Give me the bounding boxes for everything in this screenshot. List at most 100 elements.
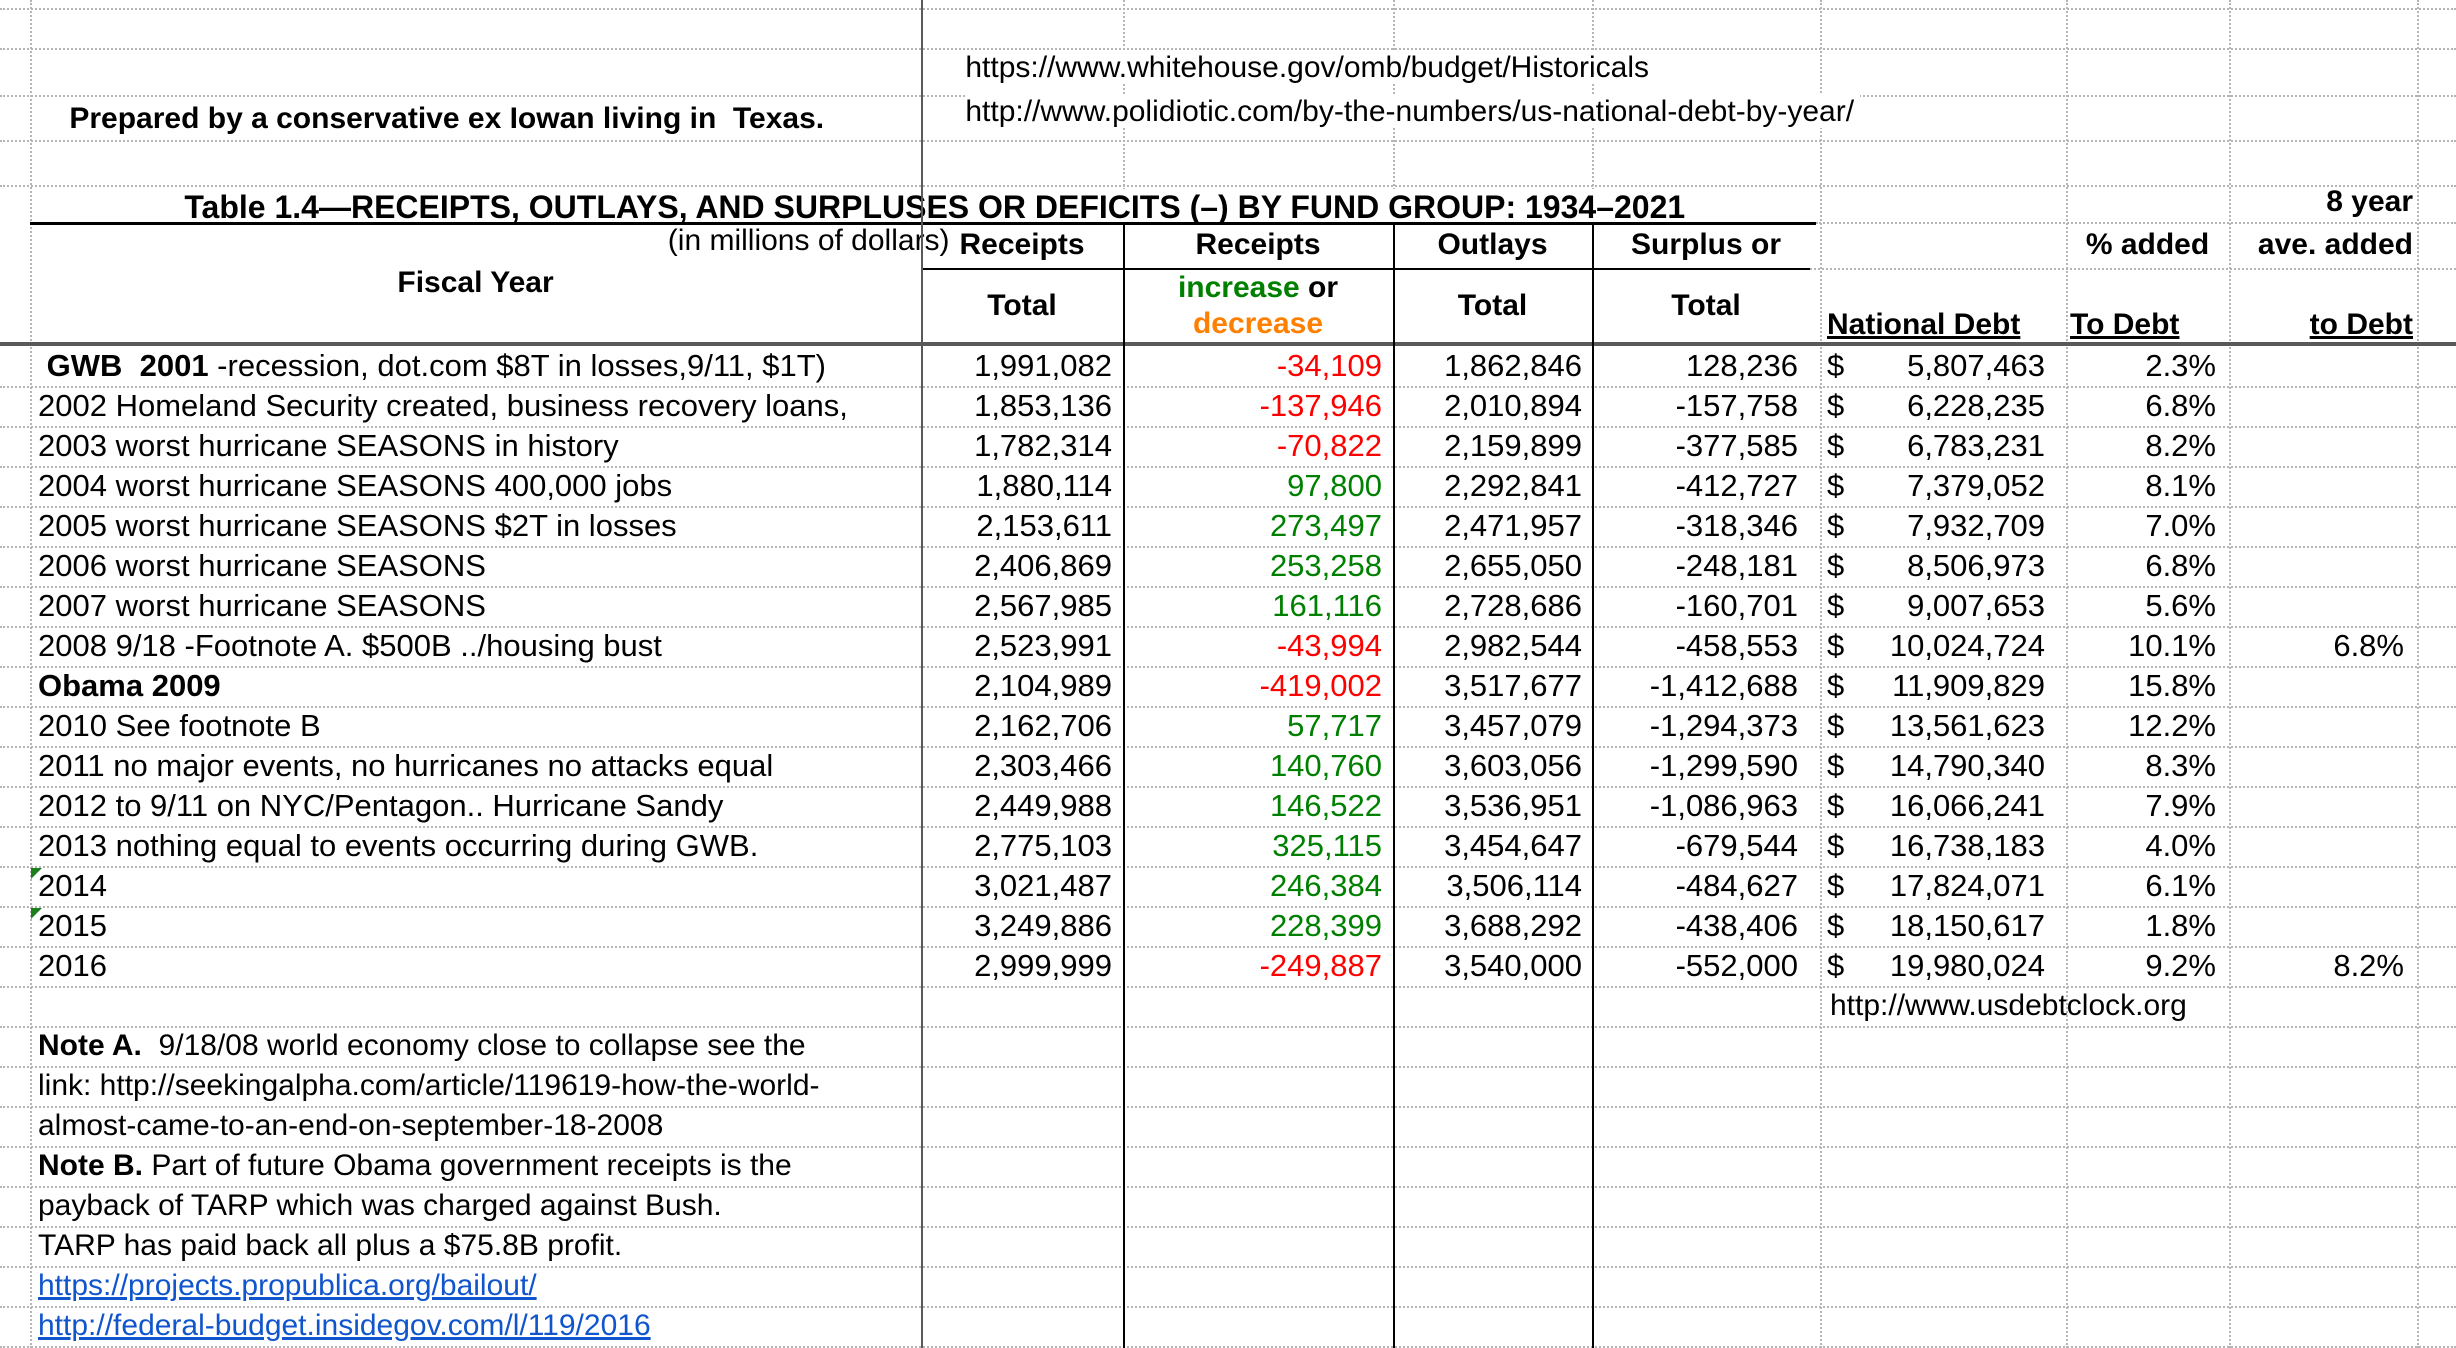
prepared-by-note[interactable]: Prepared by a conservative ex Iowan livi… [36, 48, 830, 95]
outlays-total-cell[interactable]: 3,454,647 [1393, 826, 1592, 866]
receipts-total-cell[interactable]: 2,449,988 [921, 786, 1123, 826]
pct-added-cell[interactable]: 2.3% [2066, 346, 2229, 386]
fiscal-year-cell[interactable]: 2012 to 9/11 on NYC/Pentagon.. Hurricane… [30, 786, 921, 826]
national-debt-cell[interactable]: $14,790,340 [1820, 746, 2066, 786]
header-receipts-total[interactable]: Total [921, 268, 1123, 344]
header-fiscal-year[interactable]: Fiscal Year [30, 222, 921, 343]
national-debt-cell[interactable]: $6,228,235 [1820, 386, 2066, 426]
receipts-change-cell[interactable]: 246,384 [1123, 866, 1393, 906]
surplus-total-cell[interactable]: -377,585 [1592, 426, 1820, 466]
pct-added-cell[interactable]: 8.1% [2066, 466, 2229, 506]
surplus-total-cell[interactable]: -484,627 [1592, 866, 1820, 906]
national-debt-cell[interactable]: $13,561,623 [1820, 706, 2066, 746]
receipts-change-cell[interactable]: 161,116 [1123, 586, 1393, 626]
fiscal-year-cell[interactable]: 2004 worst hurricane SEASONS 400,000 job… [30, 466, 921, 506]
header-increase-decrease[interactable]: increase or decrease [1123, 268, 1393, 346]
surplus-total-cell[interactable]: -157,758 [1592, 386, 1820, 426]
receipts-total-cell[interactable]: 2,999,999 [921, 946, 1123, 986]
avg-8yr-cell[interactable] [2229, 746, 2417, 786]
header-national-debt[interactable]: National Debt [1827, 268, 2066, 342]
outlays-total-cell[interactable]: 3,603,056 [1393, 746, 1592, 786]
header-ave-added[interactable]: ave. added [2229, 222, 2417, 268]
avg-8yr-cell[interactable] [2229, 506, 2417, 546]
fiscal-year-cell[interactable]: 2015 [30, 906, 921, 946]
receipts-total-cell[interactable]: 2,775,103 [921, 826, 1123, 866]
pct-added-cell[interactable]: 12.2% [2066, 706, 2229, 746]
fiscal-year-cell[interactable]: 2008 9/18 -Footnote A. $500B ../housing … [30, 626, 921, 666]
surplus-total-cell[interactable]: -318,346 [1592, 506, 1820, 546]
receipts-total-cell[interactable]: 1,880,114 [921, 466, 1123, 506]
avg-8yr-cell[interactable] [2229, 426, 2417, 466]
surplus-total-cell[interactable]: -412,727 [1592, 466, 1820, 506]
fiscal-year-cell[interactable]: 2013 nothing equal to events occurring d… [30, 826, 921, 866]
header-surplus[interactable]: Surplus or [1592, 222, 1820, 268]
avg-8yr-cell[interactable] [2229, 466, 2417, 506]
avg-8yr-cell[interactable] [2229, 346, 2417, 386]
national-debt-cell[interactable]: $7,379,052 [1820, 466, 2066, 506]
surplus-total-cell[interactable]: -1,412,688 [1592, 666, 1820, 706]
fiscal-year-cell[interactable]: 2007 worst hurricane SEASONS [30, 586, 921, 626]
receipts-total-cell[interactable]: 2,153,611 [921, 506, 1123, 546]
receipts-total-cell[interactable]: 2,406,869 [921, 546, 1123, 586]
hyperlink[interactable]: http://federal-budget.insidegov.com/l/11… [38, 1306, 657, 1346]
pct-added-cell[interactable]: 4.0% [2066, 826, 2229, 866]
pct-added-cell[interactable]: 6.8% [2066, 386, 2229, 426]
hyperlink-text[interactable]: https://projects.propublica.org/bailout/ [38, 1269, 543, 1302]
outlays-total-cell[interactable]: 2,728,686 [1393, 586, 1592, 626]
national-debt-cell[interactable]: $16,738,183 [1820, 826, 2066, 866]
avg-8yr-cell[interactable] [2229, 826, 2417, 866]
header-outlays-total[interactable]: Total [1393, 268, 1592, 344]
receipts-change-cell[interactable]: 273,497 [1123, 506, 1393, 546]
pct-added-cell[interactable]: 5.6% [2066, 586, 2229, 626]
national-debt-cell[interactable]: $18,150,617 [1820, 906, 2066, 946]
source-url-polidiotic-text[interactable]: http://www.polidiotic.com/by-the-numbers… [965, 95, 1860, 128]
national-debt-cell[interactable]: $6,783,231 [1820, 426, 2066, 466]
avg-8yr-cell[interactable] [2229, 386, 2417, 426]
pct-added-cell[interactable]: 8.2% [2066, 426, 2229, 466]
avg-8yr-cell[interactable] [2229, 906, 2417, 946]
fiscal-year-cell[interactable]: 2003 worst hurricane SEASONS in history [30, 426, 921, 466]
surplus-total-cell[interactable]: -679,544 [1592, 826, 1820, 866]
receipts-change-cell[interactable]: 57,717 [1123, 706, 1393, 746]
receipts-total-cell[interactable]: 2,162,706 [921, 706, 1123, 746]
receipts-total-cell[interactable]: 1,782,314 [921, 426, 1123, 466]
outlays-total-cell[interactable]: 2,471,957 [1393, 506, 1592, 546]
pct-added-cell[interactable]: 9.2% [2066, 946, 2229, 986]
debt-clock-url[interactable]: http://www.usdebtclock.org [1830, 986, 2430, 1026]
pct-added-cell[interactable]: 8.3% [2066, 746, 2229, 786]
outlays-total-cell[interactable]: 3,688,292 [1393, 906, 1592, 946]
pct-added-cell[interactable]: 6.8% [2066, 546, 2229, 586]
fiscal-year-cell[interactable]: 2006 worst hurricane SEASONS [30, 546, 921, 586]
surplus-total-cell[interactable]: -1,299,590 [1592, 746, 1820, 786]
avg-8yr-cell[interactable]: 6.8% [2229, 626, 2417, 666]
outlays-total-cell[interactable]: 1,862,846 [1393, 346, 1592, 386]
pct-added-cell[interactable]: 6.1% [2066, 866, 2229, 906]
fiscal-year-cell[interactable]: GWB 2001 -recession, dot.com $8T in loss… [30, 346, 921, 386]
receipts-change-cell[interactable]: 146,522 [1123, 786, 1393, 826]
national-debt-cell[interactable]: $10,024,724 [1820, 626, 2066, 666]
fiscal-year-cell[interactable]: 2011 no major events, no hurricanes no a… [30, 746, 921, 786]
pct-added-cell[interactable]: 1.8% [2066, 906, 2229, 946]
receipts-change-cell[interactable]: -43,994 [1123, 626, 1393, 666]
receipts-total-cell[interactable]: 1,991,082 [921, 346, 1123, 386]
header-to-debt-8yr[interactable]: to Debt [2229, 268, 2417, 342]
receipts-change-cell[interactable]: 228,399 [1123, 906, 1393, 946]
outlays-total-cell[interactable]: 3,506,114 [1393, 866, 1592, 906]
surplus-total-cell[interactable]: -160,701 [1592, 586, 1820, 626]
fiscal-year-cell[interactable]: 2014 [30, 866, 921, 906]
pct-added-cell[interactable]: 7.0% [2066, 506, 2229, 546]
header-surplus-total[interactable]: Total [1592, 268, 1820, 344]
fiscal-year-cell[interactable]: 2005 worst hurricane SEASONS $2T in loss… [30, 506, 921, 546]
pct-added-cell[interactable]: 15.8% [2066, 666, 2229, 706]
header-receipts[interactable]: Receipts [921, 222, 1123, 268]
header-outlays[interactable]: Outlays [1393, 222, 1592, 268]
outlays-total-cell[interactable]: 3,540,000 [1393, 946, 1592, 986]
receipts-total-cell[interactable]: 2,104,989 [921, 666, 1123, 706]
surplus-total-cell[interactable]: 128,236 [1592, 346, 1820, 386]
outlays-total-cell[interactable]: 2,655,050 [1393, 546, 1592, 586]
avg-8yr-cell[interactable] [2229, 866, 2417, 906]
receipts-change-cell[interactable]: 253,258 [1123, 546, 1393, 586]
surplus-total-cell[interactable]: -458,553 [1592, 626, 1820, 666]
receipts-total-cell[interactable]: 1,853,136 [921, 386, 1123, 426]
avg-8yr-cell[interactable] [2229, 586, 2417, 626]
